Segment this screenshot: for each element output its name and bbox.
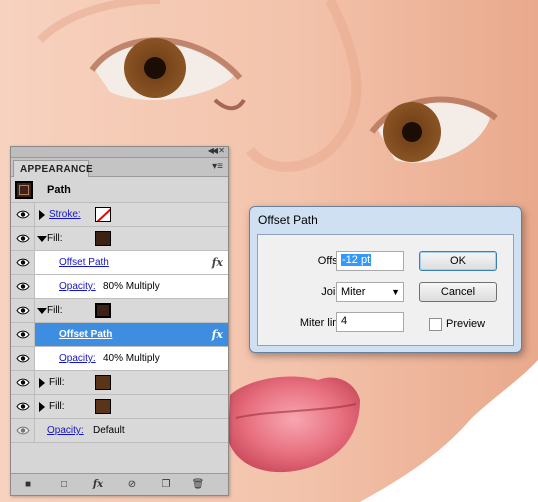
- fx-icon[interactable]: fx: [212, 328, 223, 341]
- joins-select[interactable]: Miter ▼: [336, 282, 404, 302]
- panel-menu-icon[interactable]: ▾≡: [212, 161, 223, 172]
- visibility-eye-icon[interactable]: [16, 354, 30, 363]
- fill-color-swatch[interactable]: [95, 375, 111, 390]
- visibility-eye-icon[interactable]: [16, 282, 30, 291]
- opacity-row[interactable]: Opacity: 80% Multiply: [11, 275, 228, 299]
- close-panel-icon[interactable]: ✕: [218, 146, 225, 155]
- joins-value: Miter: [341, 286, 366, 298]
- stroke-none-swatch[interactable]: [95, 207, 111, 222]
- opacity-row[interactable]: Opacity: 40% Multiply: [11, 347, 228, 371]
- panel-bottom-toolbar: ■ □ fx ⊘ ❐ 🗑: [11, 473, 228, 495]
- preview-checkbox[interactable]: [429, 318, 442, 331]
- visibility-eye-icon[interactable]: [16, 258, 30, 267]
- panel-title-bar: ◀◀ ✕: [11, 146, 228, 158]
- opacity-row[interactable]: Opacity: Default: [11, 419, 228, 443]
- fill-row[interactable]: Fill:: [11, 227, 228, 251]
- add-effect-icon[interactable]: fx: [91, 478, 105, 492]
- appearance-header-row[interactable]: Path: [11, 178, 228, 203]
- fill-row[interactable]: Fill:: [11, 371, 228, 395]
- fill-color-swatch[interactable]: [95, 399, 111, 414]
- fill-label: Fill:: [49, 377, 65, 388]
- object-type-label: Path: [47, 184, 71, 196]
- collapse-triangle-icon[interactable]: [37, 308, 47, 314]
- fx-icon[interactable]: fx: [212, 256, 223, 269]
- trash-icon[interactable]: 🗑: [191, 478, 205, 492]
- dialog-title: Offset Path: [258, 213, 318, 227]
- opacity-value: Default: [93, 425, 125, 436]
- add-new-stroke-icon[interactable]: ■: [21, 478, 35, 492]
- fill-label: Fill:: [47, 305, 63, 316]
- effect-row-selected[interactable]: Offset Path fx: [11, 323, 228, 347]
- clear-appearance-icon[interactable]: ⊘: [125, 478, 139, 492]
- offset-path-effect-link[interactable]: Offset Path: [59, 329, 112, 340]
- cancel-button[interactable]: Cancel: [419, 282, 497, 302]
- dialog-body: Offset: -12 pt Joins: Miter ▼ Miter limi…: [257, 234, 514, 346]
- expand-triangle-icon[interactable]: [39, 378, 45, 388]
- appearance-panel: ◀◀ ✕ APPEARANCE ▾≡ Path Stroke: Fill: Of…: [10, 146, 229, 496]
- opacity-link[interactable]: Opacity:: [47, 425, 84, 436]
- panel-tab-bar: APPEARANCE ▾≡: [11, 158, 228, 177]
- stroke-label[interactable]: Stroke:: [49, 209, 81, 220]
- collapse-triangle-icon[interactable]: [37, 236, 47, 242]
- expand-triangle-icon[interactable]: [39, 210, 45, 220]
- ok-button[interactable]: OK: [419, 251, 497, 271]
- fill-color-swatch[interactable]: [95, 303, 111, 318]
- visibility-eye-icon[interactable]: [16, 378, 30, 387]
- fill-row[interactable]: Fill:: [11, 299, 228, 323]
- stroke-row[interactable]: Stroke:: [11, 203, 228, 227]
- fill-row[interactable]: Fill:: [11, 395, 228, 419]
- offset-path-dialog: Offset Path Offset: -12 pt Joins: Miter …: [249, 206, 522, 353]
- miter-limit-input[interactable]: 4: [336, 312, 404, 332]
- chevron-down-icon: ▼: [391, 287, 400, 297]
- opacity-value: 80% Multiply: [103, 281, 160, 292]
- visibility-eye-icon[interactable]: [16, 210, 30, 219]
- effect-row[interactable]: Offset Path fx: [11, 251, 228, 275]
- expand-triangle-icon[interactable]: [39, 402, 45, 412]
- appearance-rows: Path Stroke: Fill: Offset Path fx Opacit…: [11, 178, 228, 443]
- add-new-fill-icon[interactable]: □: [57, 478, 71, 492]
- visibility-eye-icon[interactable]: [16, 330, 30, 339]
- offset-input[interactable]: -12 pt: [336, 251, 404, 271]
- opacity-link[interactable]: Opacity:: [59, 281, 96, 292]
- offset-value: -12 pt: [341, 254, 372, 266]
- offset-path-effect-link[interactable]: Offset Path: [59, 257, 109, 268]
- visibility-eye-icon[interactable]: [16, 306, 30, 315]
- opacity-value: 40% Multiply: [103, 353, 160, 364]
- preview-label[interactable]: Preview: [446, 318, 485, 330]
- duplicate-item-icon[interactable]: ❐: [159, 478, 173, 492]
- fill-color-swatch[interactable]: [95, 231, 111, 246]
- visibility-eye-icon[interactable]: [16, 426, 30, 435]
- visibility-eye-icon[interactable]: [16, 402, 30, 411]
- opacity-link[interactable]: Opacity:: [59, 353, 96, 364]
- fill-label: Fill:: [47, 233, 63, 244]
- collapse-panel-icon[interactable]: ◀◀: [208, 146, 218, 155]
- tab-appearance[interactable]: APPEARANCE: [13, 160, 93, 177]
- object-thumbnail: [15, 181, 33, 199]
- fill-label: Fill:: [49, 401, 65, 412]
- miter-limit-value: 4: [341, 315, 348, 327]
- visibility-eye-icon[interactable]: [16, 234, 30, 243]
